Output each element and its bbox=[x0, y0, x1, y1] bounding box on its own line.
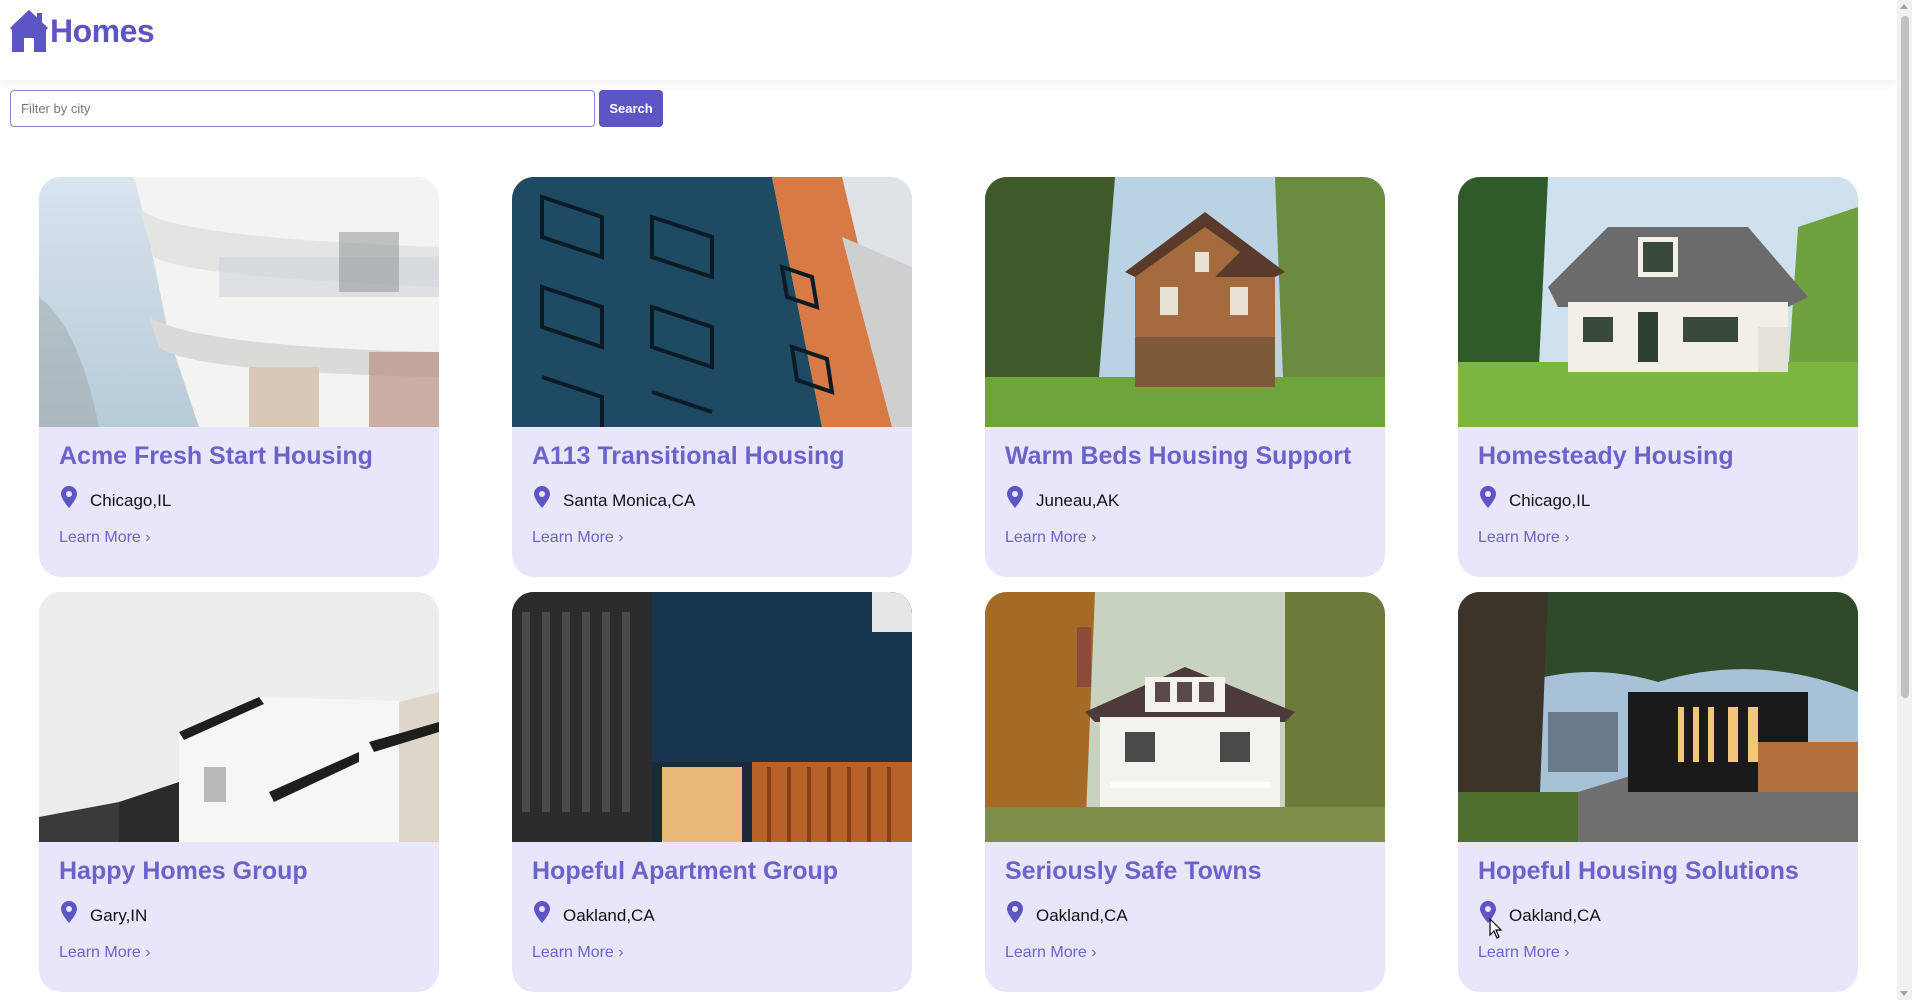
listing-title[interactable]: Seriously Safe Towns bbox=[1005, 857, 1262, 886]
listing-title[interactable]: Homesteady Housing bbox=[1478, 442, 1734, 471]
listing-image[interactable] bbox=[39, 592, 439, 842]
listing-title[interactable]: Hopeful Housing Solutions bbox=[1478, 857, 1799, 886]
city-filter-input[interactable] bbox=[10, 90, 595, 127]
location-pin-icon bbox=[1007, 901, 1023, 923]
listing-image[interactable] bbox=[985, 592, 1385, 842]
location-pin-icon bbox=[61, 901, 77, 923]
search-button[interactable]: Search bbox=[599, 90, 663, 127]
listing-title[interactable]: Hopeful Apartment Group bbox=[532, 857, 838, 886]
location-text: Chicago,IL bbox=[1509, 491, 1591, 510]
listing-image[interactable] bbox=[512, 592, 912, 842]
listing-image[interactable] bbox=[1458, 177, 1858, 427]
mouse-cursor-icon bbox=[1489, 918, 1503, 939]
listing-location: Chicago,IL bbox=[1480, 483, 1590, 511]
learn-more-link[interactable]: Learn More › bbox=[59, 944, 151, 962]
location-pin-icon bbox=[61, 486, 77, 508]
listing-image[interactable] bbox=[39, 177, 439, 427]
listing-card[interactable]: Happy Homes Group Gary,IN Learn More › bbox=[39, 592, 439, 992]
house-icon bbox=[10, 10, 48, 52]
location-text: Santa Monica,CA bbox=[563, 491, 696, 510]
search-bar: Search bbox=[10, 90, 663, 127]
listing-image[interactable] bbox=[1458, 592, 1858, 842]
listing-card[interactable]: Hopeful Housing Solutions Oakland,CA Lea… bbox=[1458, 592, 1858, 992]
logo-text: Homes bbox=[50, 12, 155, 49]
listing-location: Santa Monica,CA bbox=[534, 483, 695, 511]
listing-card[interactable]: Acme Fresh Start Housing Chicago,IL Lear… bbox=[39, 177, 439, 577]
learn-more-link[interactable]: Learn More › bbox=[1478, 944, 1570, 962]
learn-more-link[interactable]: Learn More › bbox=[1005, 529, 1097, 547]
vertical-scrollbar[interactable] bbox=[1897, 0, 1912, 1000]
listing-location: Oakland,CA bbox=[534, 898, 655, 926]
listing-location: Chicago,IL bbox=[61, 483, 171, 511]
location-pin-icon bbox=[1007, 486, 1023, 508]
listing-card[interactable]: Hopeful Apartment Group Oakland,CA Learn… bbox=[512, 592, 912, 992]
listing-title[interactable]: Warm Beds Housing Support bbox=[1005, 442, 1351, 471]
location-pin-icon bbox=[534, 901, 550, 923]
location-pin-icon bbox=[1480, 486, 1496, 508]
learn-more-link[interactable]: Learn More › bbox=[532, 529, 624, 547]
listing-location: Oakland,CA bbox=[1007, 898, 1128, 926]
listing-location: Juneau,AK bbox=[1007, 483, 1119, 511]
listing-image[interactable] bbox=[985, 177, 1385, 427]
scroll-up-arrow-icon[interactable] bbox=[1900, 4, 1908, 9]
listing-location: Gary,IN bbox=[61, 898, 147, 926]
listing-card[interactable]: Homesteady Housing Chicago,IL Learn More… bbox=[1458, 177, 1858, 577]
listing-image[interactable] bbox=[512, 177, 912, 427]
location-text: Chicago,IL bbox=[90, 491, 172, 510]
learn-more-link[interactable]: Learn More › bbox=[1478, 529, 1570, 547]
listing-card[interactable]: A113 Transitional Housing Santa Monica,C… bbox=[512, 177, 912, 577]
location-pin-icon bbox=[534, 486, 550, 508]
learn-more-link[interactable]: Learn More › bbox=[1005, 944, 1097, 962]
location-text: Oakland,CA bbox=[1036, 906, 1128, 925]
top-header: Homes bbox=[0, 0, 1897, 80]
logo[interactable]: Homes bbox=[10, 8, 155, 54]
location-text: Juneau,AK bbox=[1036, 491, 1120, 510]
learn-more-link[interactable]: Learn More › bbox=[532, 944, 624, 962]
listing-card[interactable]: Warm Beds Housing Support Juneau,AK Lear… bbox=[985, 177, 1385, 577]
listing-title[interactable]: Acme Fresh Start Housing bbox=[59, 442, 373, 471]
listing-card[interactable]: Seriously Safe Towns Oakland,CA Learn Mo… bbox=[985, 592, 1385, 992]
scroll-down-arrow-icon[interactable] bbox=[1900, 991, 1908, 996]
scrollbar-thumb[interactable] bbox=[1901, 16, 1909, 698]
location-text: Gary,IN bbox=[90, 906, 148, 925]
listing-title[interactable]: Happy Homes Group bbox=[59, 857, 308, 886]
location-text: Oakland,CA bbox=[1509, 906, 1601, 925]
listing-title[interactable]: A113 Transitional Housing bbox=[532, 442, 845, 471]
location-text: Oakland,CA bbox=[563, 906, 655, 925]
learn-more-link[interactable]: Learn More › bbox=[59, 529, 151, 547]
